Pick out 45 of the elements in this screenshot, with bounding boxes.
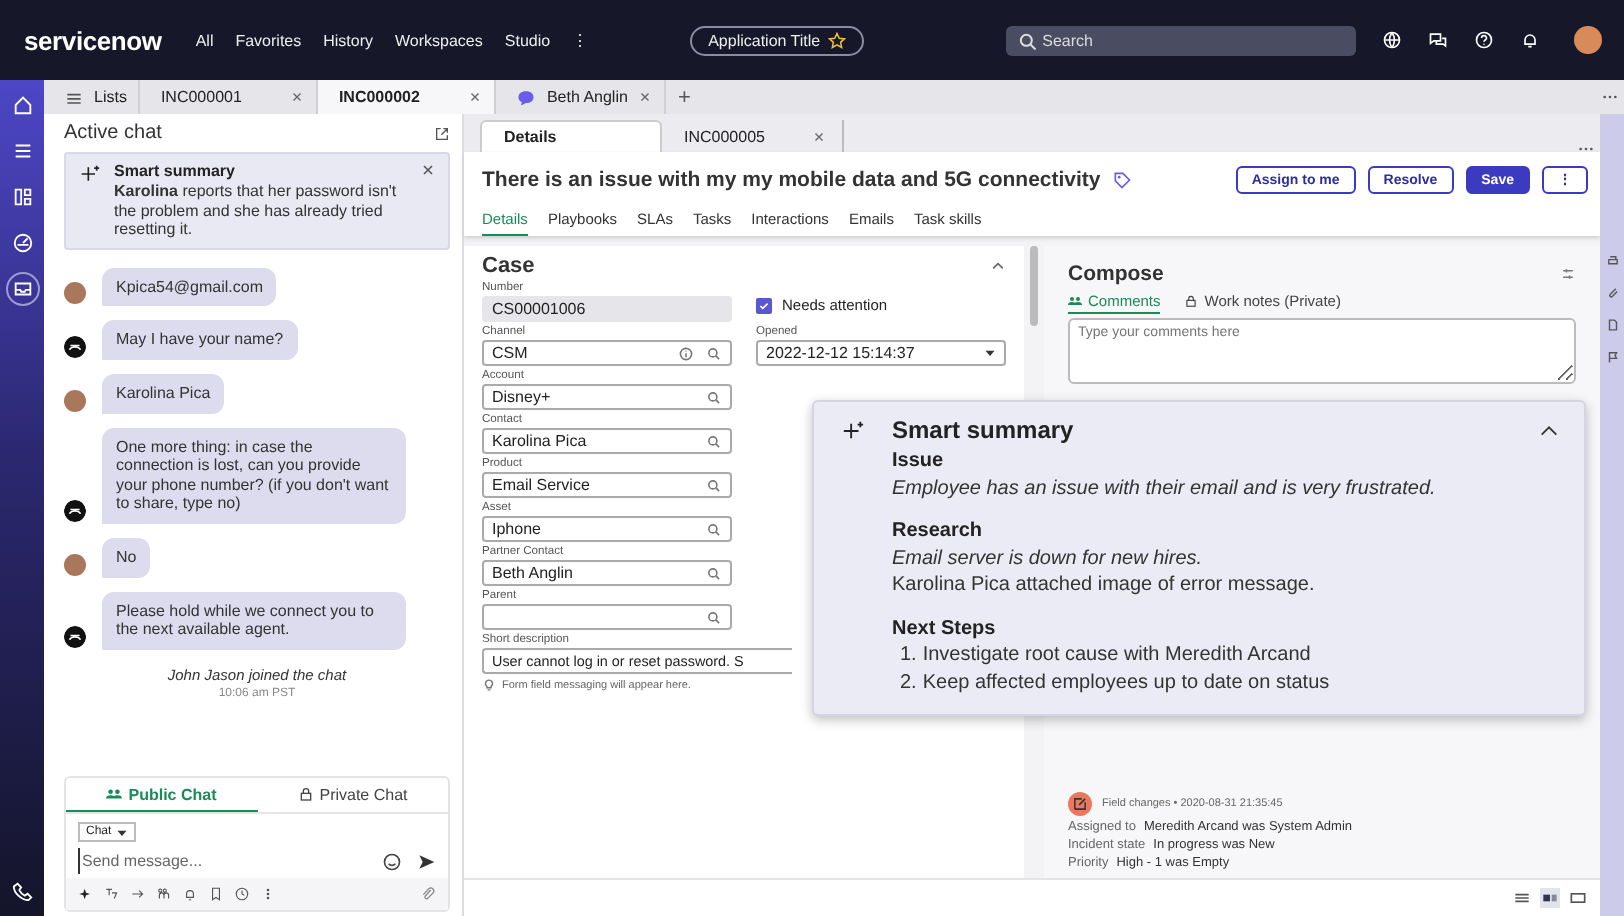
chat-mode-tab[interactable]: Private Chat [257,778,448,810]
chat-message: Please hold while we connect you to the next available agent. [102,591,406,650]
nav-menu-item[interactable]: Studio [504,31,551,49]
summary-title: Smart summary [114,162,237,180]
summary-line: Employee has an issue with their email and is very frustrated. [892,475,1438,502]
section-heading: Issue [892,448,946,475]
popup-title: Smart summary [892,416,1074,444]
date-dropdown[interactable]: 2022-12-12 15:14:37 [756,340,1006,366]
compose-title: Compose [1068,262,1164,286]
text-field[interactable]: Iphone [482,516,732,542]
logo[interactable]: servicenow [24,25,162,55]
list-number: 2. [900,669,917,696]
form-title: Case [482,254,535,278]
chat-message: Kpica54@gmail.com [102,267,277,307]
summary-line: Keep affected employees up to date on status [922,669,1330,696]
summary-text: Karolina reports that her password isn't the problem and she has already tried resetting it. [114,182,399,240]
record-title: There is an issue with my my mobile data and 5G connectivity [482,168,1101,192]
new-tab-button[interactable]: + [665,85,703,109]
summary-line: Email server is down for new hires. [892,545,1205,572]
record-tab[interactable]: Details [480,120,662,152]
text-field[interactable]: CSM [482,340,732,366]
nav-menu-item[interactable]: ⋮ [572,31,589,49]
section-heading: Research [892,518,985,545]
text-field[interactable]: Email Service [482,472,732,498]
chat-mode-tab[interactable]: Public Chat [66,778,257,812]
summary-line: Investigate root cause with Meredith Arcand [922,642,1311,669]
text-field[interactable]: Beth Anglin [482,560,732,586]
workspace-tab[interactable]: INC000002 [318,80,497,114]
panel-title: Active chat [64,122,162,144]
chat-message: May I have your name? [102,320,298,360]
text-field[interactable]: Disney+ [482,384,732,410]
summary-line: Karolina Pica attached image of error message. [892,572,1317,599]
nav-menu-item[interactable]: Workspaces [395,31,483,49]
text-field[interactable]: Karolina Pica [482,428,732,454]
nav-menu-item[interactable]: All [195,31,214,49]
nav-menu-item[interactable]: Favorites [235,31,302,49]
section-heading: Next Steps [892,615,998,642]
list-number: 1. [900,642,917,669]
application-title-button[interactable]: Application Title [690,25,865,55]
chat-message: No [102,537,151,578]
chat-message: Karolina Pica [102,373,225,414]
search-field[interactable]: Search [1006,25,1357,55]
nav-menu-item[interactable]: History [323,31,374,49]
chat-message: One more thing: in case the connection is lost, can you provide your phone number? (if you don't want to share, type no) [102,427,406,524]
text-field[interactable]: CS00001006 [482,296,732,322]
